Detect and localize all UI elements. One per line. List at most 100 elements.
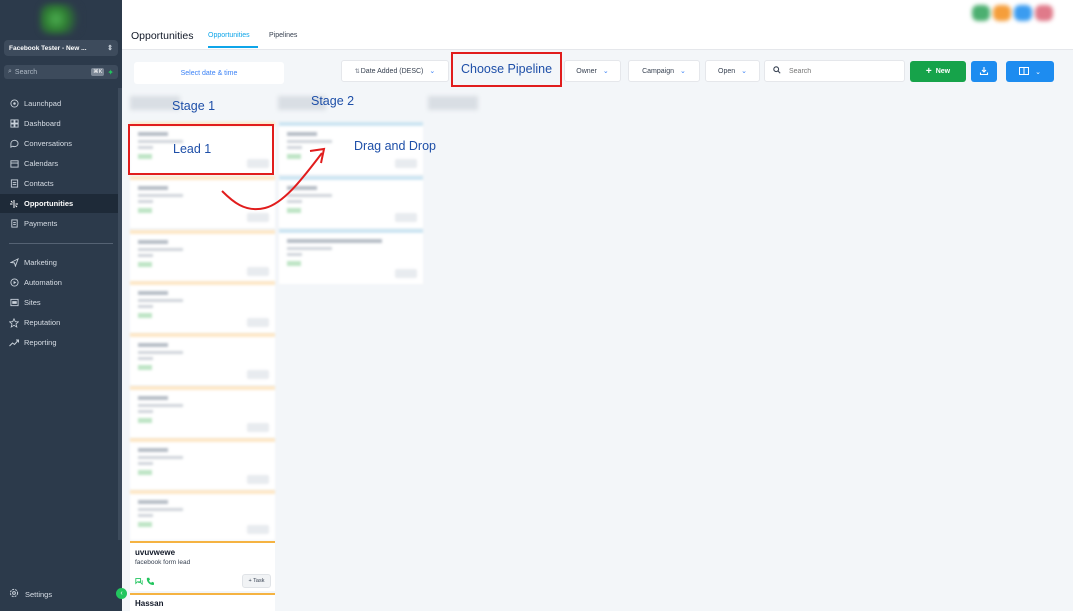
opportunity-source: facebook form lead (135, 559, 191, 566)
sidebar-item-label: Reporting (24, 338, 57, 347)
sort-label: Date Added (DESC) (360, 67, 424, 75)
sidebar-item-dashboard[interactable]: Dashboard (0, 114, 118, 133)
stage1-annotation: Stage 1 (172, 99, 216, 113)
sidebar-item-label: Payments (24, 219, 58, 228)
sidebar-item-label: Contacts (24, 179, 54, 188)
avatar[interactable] (972, 5, 990, 21)
sidebar-item-marketing[interactable]: Marketing (0, 253, 118, 272)
search-shortcut: ⌘K (91, 68, 105, 76)
active-tab-indicator (208, 46, 258, 48)
sidebar-item-settings[interactable]: Settings (9, 588, 52, 600)
sidebar-item-label: Opportunities (24, 199, 74, 208)
automation-icon (9, 278, 19, 288)
date-range-picker[interactable]: Select date & time (134, 62, 284, 84)
drag-drop-annotation: Drag and Drop (354, 139, 436, 153)
star-icon (9, 317, 19, 328)
sidebar-item-payments[interactable]: Payments (0, 214, 118, 233)
opportunity-name: uvuvwewe (135, 548, 176, 557)
opportunity-card[interactable] (130, 438, 275, 490)
owner-filter[interactable]: Owner ⌄ (564, 60, 621, 82)
chevron-down-icon: ⌄ (602, 68, 609, 75)
phone-icon[interactable] (146, 577, 154, 587)
opportunity-name: Hassan (135, 599, 164, 608)
sidebar-divider (9, 243, 113, 244)
page-title: Opportunities (131, 30, 194, 42)
sidebar-item-reputation[interactable]: Reputation (0, 313, 118, 332)
opportunity-card[interactable] (130, 333, 275, 385)
sidebar-item-reporting[interactable]: Reporting (0, 333, 118, 352)
trend-icon (9, 338, 19, 348)
sidebar-item-automation[interactable]: Automation (0, 273, 118, 292)
new-button-label: New (935, 68, 951, 75)
sidebar-item-opportunities[interactable]: Opportunities (0, 194, 118, 213)
chevron-down-icon: ⌄ (680, 68, 686, 75)
sidebar-scrollbar[interactable] (118, 88, 122, 540)
sidebar-search[interactable]: ⌕ Search ⌘K ✦ (4, 65, 118, 79)
new-opportunity-button[interactable]: + New (910, 61, 966, 82)
opportunities-icon (9, 199, 19, 209)
sidebar-item-contacts[interactable]: Contacts (0, 174, 118, 193)
plus-icon: + (925, 66, 932, 77)
chevron-updown-icon: ⇕ (107, 45, 113, 52)
settings-label: Settings (25, 589, 53, 599)
sidebar-item-label: Sites (24, 298, 41, 307)
search-input[interactable] (789, 67, 889, 75)
collapse-sidebar-icon[interactable]: ‹ (116, 588, 127, 599)
opportunity-card[interactable] (130, 281, 275, 333)
opportunity-card[interactable] (279, 229, 423, 284)
send-icon (9, 258, 19, 268)
sidebar-item-label: Launchpad (24, 99, 62, 108)
sidebar-item-label: Automation (24, 278, 62, 287)
status-label: Open (718, 67, 736, 75)
avatar[interactable] (1035, 5, 1053, 21)
sidebar-search-placeholder: Search (14, 68, 38, 76)
sidebar-item-label: Marketing (24, 258, 57, 267)
chevron-down-icon: ⌄ (741, 68, 747, 75)
sidebar-item-label: Dashboard (24, 119, 61, 128)
avatar[interactable] (993, 5, 1011, 21)
top-header: Opportunities Opportunities Pipelines (122, 0, 1073, 50)
search-icon (773, 66, 781, 76)
columns-icon (1019, 66, 1030, 77)
sidebar-item-launchpad[interactable]: Launchpad (0, 94, 118, 113)
sidebar-item-calendars[interactable]: Calendars (0, 154, 118, 173)
opportunity-card[interactable] (130, 490, 275, 540)
sites-icon (9, 298, 19, 308)
avatar[interactable] (1014, 5, 1032, 21)
tab-pipelines[interactable]: Pipelines (269, 32, 297, 39)
opportunity-card[interactable]: Hassan (130, 593, 275, 611)
stage-header (428, 96, 478, 110)
chat-icon (9, 139, 19, 149)
download-icon (979, 66, 989, 78)
sidebar-item-sites[interactable]: Sites (0, 293, 118, 312)
add-task-button[interactable]: + Task (242, 574, 271, 588)
sidebar-item-conversations[interactable]: Conversations (0, 134, 118, 153)
drag-arrow-icon (221, 147, 326, 211)
owner-label: Owner (576, 67, 597, 75)
dashboard-icon (9, 119, 19, 129)
account-switcher[interactable]: Facebook Tester - New ... ⇕ (4, 40, 118, 56)
chevron-down-icon: ⌄ (429, 68, 436, 75)
sort-dropdown[interactable]: ⇅ Date Added (DESC) ⌄ (341, 60, 449, 82)
campaign-filter[interactable]: Campaign ⌄ (628, 60, 700, 82)
header-avatars[interactable] (972, 5, 1053, 21)
conversation-icon[interactable] (135, 577, 143, 587)
opportunity-card[interactable] (130, 230, 275, 282)
calendar-icon (9, 159, 19, 169)
status-filter[interactable]: Open ⌄ (705, 60, 760, 82)
contacts-icon (9, 179, 19, 189)
opportunity-card[interactable] (130, 386, 275, 438)
company-logo (40, 4, 80, 34)
stage2-annotation: Stage 2 (311, 94, 355, 108)
sidebar-item-label: Conversations (24, 139, 72, 148)
view-toggle-button[interactable]: ⌄ (1006, 61, 1054, 82)
quick-action-icon[interactable]: ✦ (107, 68, 114, 77)
choose-pipeline-annotation: Choose Pipeline (461, 62, 553, 76)
campaign-label: Campaign (642, 67, 675, 75)
export-button[interactable] (971, 61, 997, 82)
opportunity-card[interactable]: uvuvwewe facebook form lead + Task (130, 541, 275, 591)
opportunity-search[interactable] (764, 60, 905, 82)
chevron-down-icon: ⌄ (1035, 68, 1041, 76)
sidebar-item-label: Reputation (24, 318, 61, 327)
tab-opportunities[interactable]: Opportunities (208, 32, 250, 39)
